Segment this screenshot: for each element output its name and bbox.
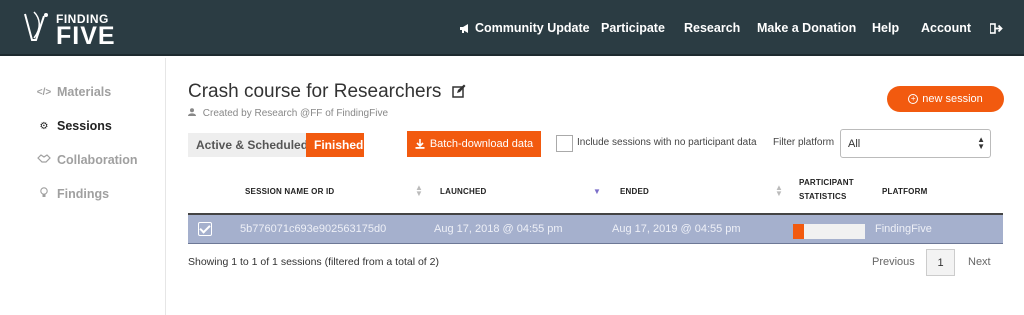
megaphone-icon (460, 23, 468, 33)
filter-platform-select[interactable]: All ▲ ▼ (840, 129, 991, 158)
th-session-name[interactable]: Session name or ID (245, 186, 334, 196)
th-participant-statistics[interactable]: Participant Statistics (799, 178, 854, 201)
filter-platform-value: All (848, 137, 861, 150)
findingfive-logo[interactable]: FINDING FIVE (22, 6, 122, 50)
nav-participate-label: Participate (601, 21, 665, 35)
th-launched-label: Launched (440, 187, 487, 196)
th-platform-label: Platform (882, 187, 928, 196)
filter-platform-label: Filter platform (773, 137, 835, 148)
download-icon (415, 139, 425, 149)
batch-download-button[interactable]: Batch-download data (407, 131, 541, 157)
platform-cell: FindingFive (875, 223, 932, 235)
new-session-label: new session (922, 93, 983, 105)
nav-community-update[interactable]: Community Update (459, 0, 590, 56)
nav-help[interactable]: Help (872, 0, 899, 56)
pagination-page-1[interactable]: 1 (926, 249, 955, 276)
sidebar-item-materials[interactable]: </> Materials (36, 82, 111, 102)
batch-download-label: Batch-download data (429, 138, 534, 150)
sign-out-icon (990, 22, 1003, 34)
sidebar-item-label: Findings (57, 187, 110, 201)
th-ended[interactable]: Ended (620, 186, 649, 196)
cogs-icon: ⚙ (39, 120, 49, 132)
lightbulb-icon (36, 187, 52, 201)
nav-community-label: Community Update (475, 21, 590, 35)
tab-finished[interactable]: Finished (306, 133, 364, 157)
edit-icon[interactable] (451, 84, 466, 98)
table-info-text: Showing 1 to 1 of 1 sessions (filtered f… (188, 256, 439, 268)
launched-cell: Aug 17, 2018 @ 04:55 pm (434, 223, 563, 235)
nav-donation-label: Make a Donation (757, 21, 857, 35)
th-launched[interactable]: Launched (440, 186, 487, 196)
session-id-cell[interactable]: 5b776071c693e902563175d0 (240, 223, 386, 235)
page-title-text: Crash course for Researchers (188, 81, 442, 102)
plus-circle-icon: + (908, 94, 919, 104)
page-title: Crash course for Researchers (188, 81, 466, 103)
th-platform[interactable]: Platform (882, 186, 927, 196)
participant-statistics-bar (793, 224, 865, 239)
code-icon: </> (36, 86, 52, 98)
user-icon (188, 108, 196, 116)
nav-make-donation[interactable]: Make a Donation (757, 0, 856, 56)
sidebar-item-findings[interactable]: Findings (36, 184, 109, 204)
nav-research-label: Research (684, 21, 741, 35)
th-stats-line2: Statistics (799, 192, 847, 201)
sort-desc-icon[interactable]: ▼ (593, 187, 601, 196)
nav-research[interactable]: Research (684, 0, 740, 56)
session-status-tabs: Active & Scheduled Finished (188, 133, 364, 157)
new-session-button[interactable]: + new session (887, 86, 1004, 112)
th-stats-line1: Participant (799, 178, 854, 187)
sidebar-item-sessions[interactable]: ⚙ Sessions (36, 116, 112, 136)
sidebar-item-collaboration[interactable]: Collaboration (36, 150, 138, 170)
sidebar-item-label: Collaboration (57, 153, 138, 167)
nav-account[interactable]: Account (921, 0, 971, 56)
handshake-icon (36, 154, 52, 166)
sidebar-item-label: Materials (57, 85, 112, 99)
top-navbar: FINDING FIVE Community Update Participat… (0, 0, 1024, 56)
tab-active-scheduled[interactable]: Active & Scheduled (188, 133, 308, 157)
nav-participate[interactable]: Participate (601, 0, 665, 56)
select-arrows-icon: ▲ ▼ (977, 135, 985, 151)
row-select-checkbox[interactable] (198, 222, 212, 236)
created-by-text: Created by Research @FF of FindingFive (202, 108, 389, 119)
th-session-name-label: Session name or ID (245, 187, 335, 196)
pagination-previous[interactable]: Previous (872, 256, 915, 268)
logout-button[interactable] (990, 0, 1003, 56)
sort-icon[interactable]: ▲ ▼ (415, 184, 423, 198)
th-ended-label: Ended (620, 187, 650, 196)
nav-help-label: Help (872, 21, 900, 35)
sort-icon[interactable]: ▲ ▼ (775, 184, 783, 198)
logo-mark-icon (24, 11, 48, 41)
include-empty-checkbox[interactable] (556, 135, 573, 152)
table-row[interactable]: 5b776071c693e902563175d0 Aug 17, 2018 @ … (188, 215, 1003, 244)
pagination-next[interactable]: Next (968, 256, 991, 268)
page-subtitle: Created by Research @FF of FindingFive (188, 108, 388, 119)
nav-account-label: Account (921, 21, 971, 35)
ended-cell: Aug 17, 2019 @ 04:55 pm (612, 223, 741, 235)
logo-text-bottom: FIVE (56, 22, 116, 50)
sidebar: </> Materials ⚙ Sessions Collaboration F… (0, 58, 166, 315)
sidebar-item-label: Sessions (57, 119, 112, 133)
participant-statistics-fill (793, 224, 804, 239)
include-empty-label: Include sessions with no participant dat… (577, 137, 757, 148)
